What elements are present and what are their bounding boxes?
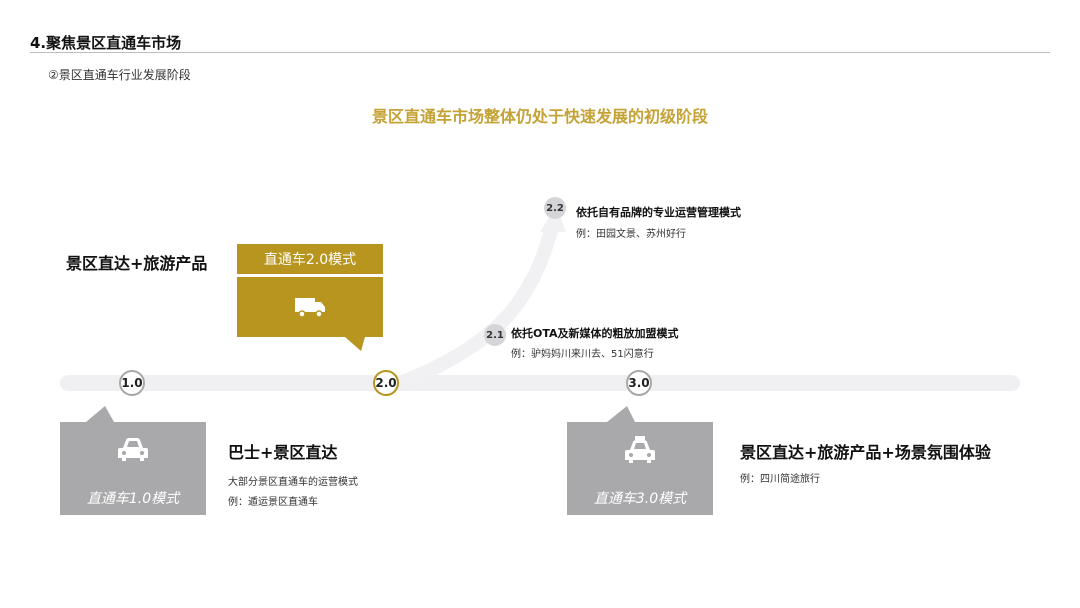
stage3-example: 例：四川简途旅行 (740, 474, 820, 485)
stage1-example: 例：遁运景区直通车 (228, 497, 318, 508)
stage2-mode-label: 直通车2.0模式 (263, 252, 357, 268)
substage-2-2-badge: 2.2 (544, 197, 566, 219)
stage2-icon-wrap (237, 294, 383, 324)
stage1-icon-wrap (60, 436, 206, 468)
stage1-title: 巴士+景区直达 (228, 443, 338, 462)
substage-2-2-example: 例：田园文景、苏州好行 (576, 229, 686, 240)
truck-icon (295, 298, 325, 318)
substage-2-1-title: 依托OTA及新媒体的粗放加盟模式 (511, 327, 679, 340)
timeline-node-1: 1.0 (119, 370, 145, 396)
timeline-node-3: 3.0 (626, 370, 652, 396)
stage1-desc: 大部分景区直通车的运营模式 (228, 477, 358, 488)
stage1-mode-label: 直通车1.0模式 (86, 491, 180, 507)
car-icon (118, 438, 148, 461)
substage-2-1-example: 例：驴妈妈川来川去、51闪意行 (511, 349, 654, 360)
stage3-mode-label: 直通车3.0模式 (593, 491, 687, 507)
timeline-node-2: 2.0 (373, 370, 399, 396)
stage2-mode-header: 直通车2.0模式 (237, 244, 383, 274)
substage-2-1-badge: 2.1 (484, 324, 506, 346)
stage2-title: 景区直达+旅游产品 (66, 254, 208, 273)
stage3-icon-wrap (567, 436, 713, 470)
taxi-icon (625, 436, 655, 463)
substage-2-2-title: 依托自有品牌的专业运营管理模式 (576, 206, 741, 219)
stage3-title: 景区直达+旅游产品+场景氛围体验 (740, 443, 991, 462)
